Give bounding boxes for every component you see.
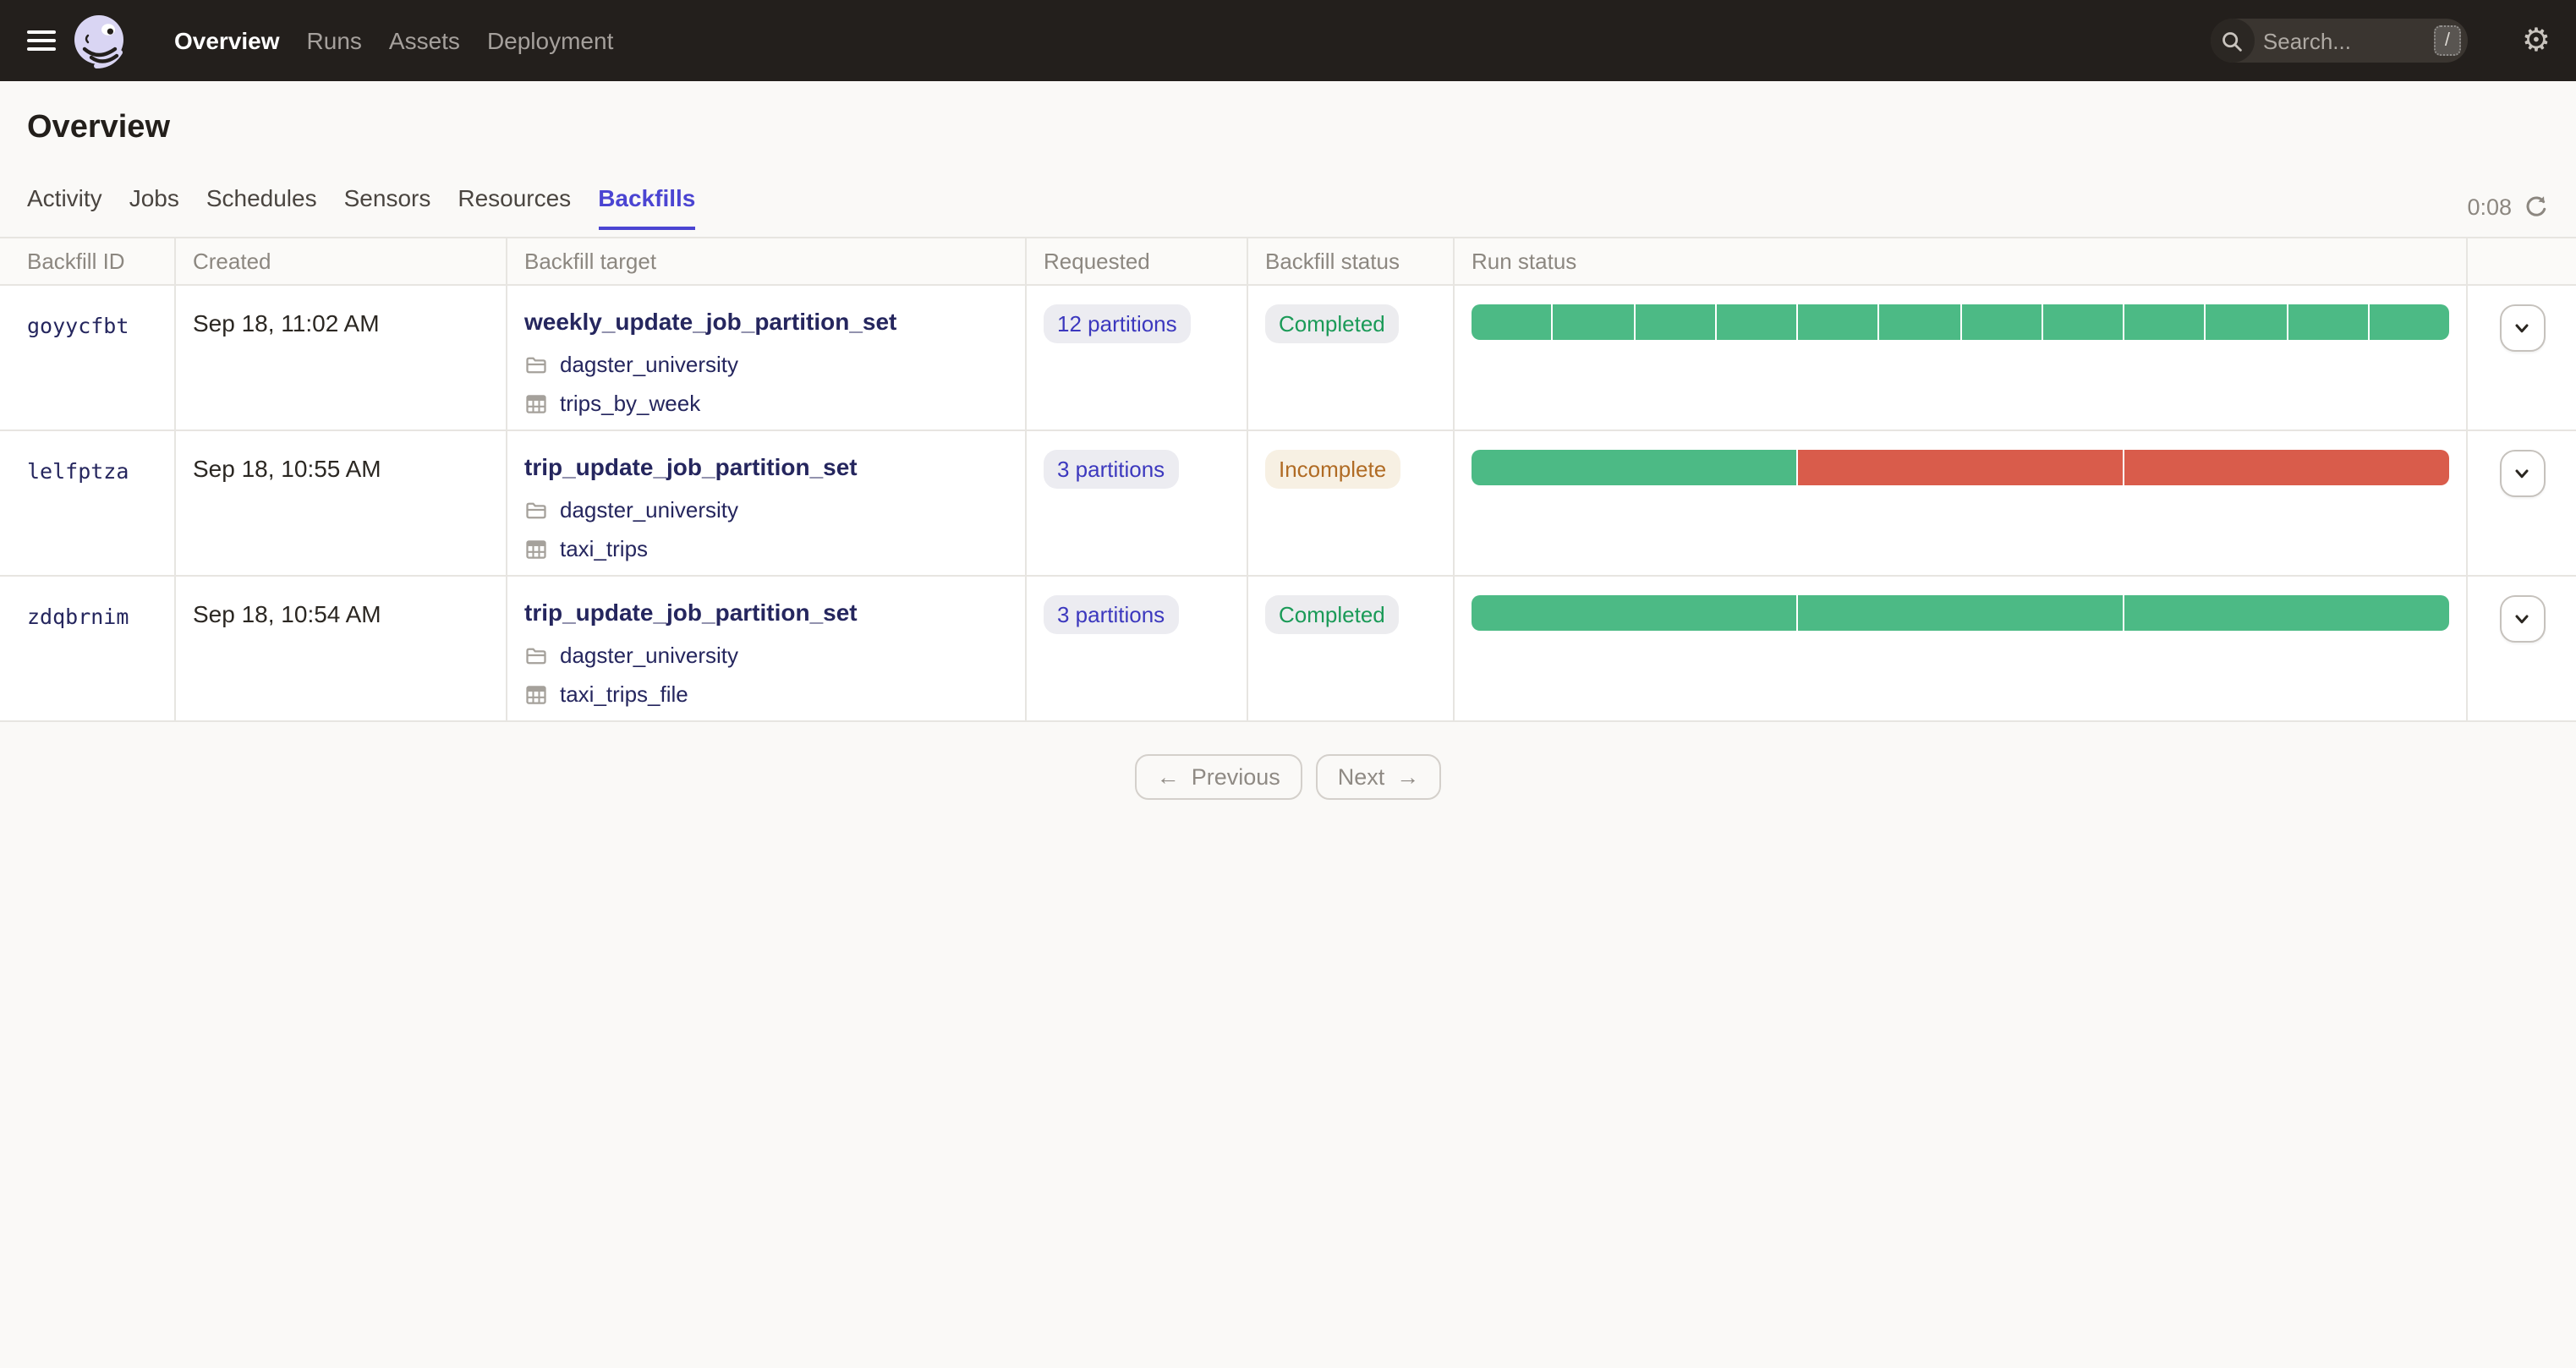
previous-page-button[interactable]: ← Previous [1134,754,1302,800]
column-header-run-status: Run status [1455,238,2468,284]
tab-resources[interactable]: Resources [458,184,571,230]
code-location-folder-icon [526,501,546,518]
chevron-down-icon [2515,324,2529,333]
top-nav: Overview Runs Assets Deployment / ⚙ [0,0,2576,81]
run-status-bar[interactable] [1472,595,2449,631]
created-timestamp: Sep 18, 11:02 AM [193,309,380,337]
partition-set-grid-icon [526,394,546,413]
run-status-segment[interactable] [2124,595,2449,631]
nav-item-deployment[interactable]: Deployment [487,27,613,54]
backfill-id-link[interactable]: lelfptza [27,458,129,484]
code-location-link[interactable]: dagster_university [560,497,738,523]
run-status-segment[interactable] [1553,304,1633,340]
column-header-requested: Requested [1027,238,1248,284]
column-header-backfill-id: Backfill ID [0,238,176,284]
expand-row-button[interactable] [2499,450,2545,497]
nav-item-assets[interactable]: Assets [389,27,460,54]
partition-set-link[interactable]: trips_by_week [560,391,700,416]
nav-right: / ⚙ [2210,19,2551,63]
partition-set-link[interactable]: taxi_trips_file [560,681,688,707]
run-status-segment[interactable] [1472,450,1796,485]
expand-row-button[interactable] [2499,595,2545,643]
refresh-area: 0:08 [2467,194,2549,230]
table-row: zdqbrnim Sep 18, 10:54 AM trip_update_jo… [0,577,2576,722]
nav-item-overview[interactable]: Overview [174,27,280,54]
run-status-segment[interactable] [1716,304,1796,340]
column-header-backfill-status: Backfill status [1248,238,1455,284]
nav-item-runs[interactable]: Runs [307,27,362,54]
next-page-button[interactable]: Next → [1315,754,1442,800]
refresh-countdown: 0:08 [2467,194,2512,220]
pagination: ← Previous Next → [0,754,2576,800]
search-icon [2210,19,2255,63]
dagster-logo-icon[interactable] [71,13,127,68]
run-status-segment[interactable] [2206,304,2286,340]
table-row: goyycfbt Sep 18, 11:02 AM weekly_update_… [0,286,2576,431]
backfill-status-tag: Completed [1265,304,1399,343]
backfill-target-link[interactable]: weekly_update_job_partition_set [524,308,896,335]
tab-backfills[interactable]: Backfills [598,184,696,230]
run-status-segment[interactable] [1798,304,1878,340]
nav-links: Overview Runs Assets Deployment [174,27,613,54]
column-header-created: Created [176,238,507,284]
requested-partitions-tag: 3 partitions [1044,450,1179,489]
table-body: goyycfbt Sep 18, 11:02 AM weekly_update_… [0,286,2576,722]
refresh-icon[interactable] [2524,194,2549,220]
partition-set-grid-icon [526,539,546,558]
code-location-link[interactable]: dagster_university [560,643,738,668]
backfill-status-tag: Completed [1265,595,1399,634]
page-title: Overview [27,110,170,145]
backfill-status-tag: Incomplete [1265,450,1400,489]
created-timestamp: Sep 18, 10:54 AM [193,600,381,627]
run-status-bar[interactable] [1472,450,2449,485]
dagster-app: Overview Runs Assets Deployment / ⚙ Over… [0,0,2576,1368]
table-header: Backfill ID Created Backfill target Requ… [0,238,2576,286]
run-status-segment[interactable] [1635,304,1715,340]
backfill-id-link[interactable]: goyycfbt [27,313,129,338]
backfill-target-link[interactable]: trip_update_job_partition_set [524,599,858,626]
tab-sensors[interactable]: Sensors [344,184,431,230]
chevron-down-icon [2515,615,2529,624]
expand-row-button[interactable] [2499,304,2545,352]
code-location-folder-icon [526,647,546,664]
run-status-segment[interactable] [2124,450,2449,485]
backfill-target-link[interactable]: trip_update_job_partition_set [524,453,858,480]
tabs: Activity Jobs Schedules Sensors Resource… [27,184,696,230]
table-row: lelfptza Sep 18, 10:55 AM trip_update_jo… [0,431,2576,577]
gear-icon[interactable]: ⚙ [2522,25,2551,57]
tabs-bar: Activity Jobs Schedules Sensors Resource… [0,184,2576,230]
run-status-segment[interactable] [1472,595,1796,631]
run-status-bar[interactable] [1472,304,2449,340]
partition-set-link[interactable]: taxi_trips [560,536,648,561]
run-status-segment[interactable] [2288,304,2368,340]
partition-set-grid-icon [526,685,546,703]
requested-partitions-tag: 12 partitions [1044,304,1191,343]
hamburger-menu-icon[interactable] [27,30,56,52]
search-input[interactable] [2259,26,2405,55]
left-arrow-icon: ← [1156,764,1180,790]
created-timestamp: Sep 18, 10:55 AM [193,455,381,482]
backfill-id-link[interactable]: zdqbrnim [27,604,129,629]
column-header-actions [2468,238,2576,284]
run-status-segment[interactable] [1798,450,2123,485]
right-arrow-icon: → [1396,764,1420,790]
run-status-segment[interactable] [2124,304,2205,340]
run-status-segment[interactable] [1961,304,2042,340]
tab-activity[interactable]: Activity [27,184,102,230]
code-location-folder-icon [526,356,546,373]
run-status-segment[interactable] [1879,304,1959,340]
search-box[interactable]: / [2210,19,2468,63]
tab-schedules[interactable]: Schedules [206,184,317,230]
column-header-backfill-target: Backfill target [507,238,1027,284]
run-status-segment[interactable] [2369,304,2449,340]
requested-partitions-tag: 3 partitions [1044,595,1179,634]
code-location-link[interactable]: dagster_university [560,352,738,377]
search-shortcut-badge: / [2433,25,2461,56]
backfills-table: Backfill ID Created Backfill target Requ… [0,237,2576,722]
chevron-down-icon [2515,469,2529,479]
run-status-segment[interactable] [2042,304,2123,340]
tab-jobs[interactable]: Jobs [129,184,179,230]
run-status-segment[interactable] [1472,304,1552,340]
run-status-segment[interactable] [1798,595,2123,631]
